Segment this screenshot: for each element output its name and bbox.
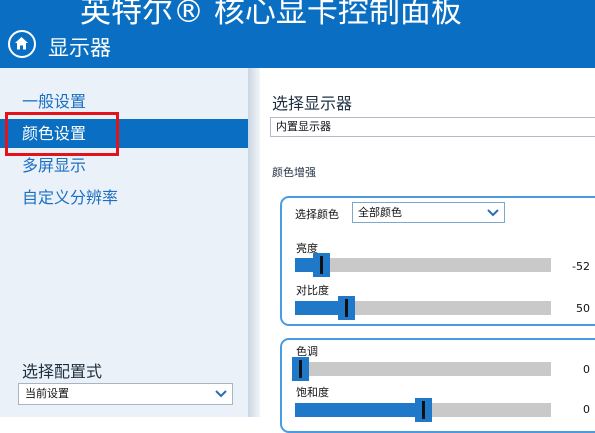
color-enhance-label: 颜色增强 (272, 166, 316, 179)
saturation-thumb[interactable] (415, 398, 432, 422)
hue-value: 0 (583, 363, 590, 376)
chevron-down-icon (487, 209, 499, 217)
chevron-down-icon (215, 390, 227, 398)
display-dropdown[interactable]: 内置显示器 (270, 117, 595, 137)
saturation-label: 饱和度 (296, 386, 329, 399)
color-dropdown[interactable]: 全部颜色 (352, 202, 505, 223)
home-icon[interactable] (8, 30, 36, 58)
color-value: 全部颜色 (358, 206, 402, 219)
saturation-slider[interactable] (295, 398, 551, 422)
select-display-label: 选择显示器 (272, 94, 353, 113)
hue-slider[interactable] (292, 357, 551, 381)
contrast-slider[interactable] (295, 296, 551, 320)
hue-thumb[interactable] (292, 357, 309, 381)
contrast-thumb[interactable] (338, 296, 355, 320)
contrast-value: 50 (576, 302, 590, 315)
preset-dropdown[interactable]: 当前设置 (18, 383, 233, 405)
brightness-value: -52 (572, 260, 590, 273)
select-color-label: 选择颜色 (295, 208, 339, 221)
highlight-box (5, 112, 119, 156)
app-title: 英特尔® 核心显卡控制面板 (80, 0, 462, 30)
section-title: 显示器 (48, 36, 111, 60)
preset-value: 当前设置 (25, 387, 69, 400)
preset-label: 选择配置式 (22, 362, 103, 381)
divider (248, 68, 260, 417)
sidebar-item-custom-resolution[interactable]: 自定义分辨率 (0, 183, 248, 212)
contrast-label: 对比度 (296, 284, 329, 297)
brightness-slider[interactable] (295, 253, 551, 277)
saturation-fill (295, 403, 423, 417)
display-value: 内置显示器 (276, 120, 331, 133)
app-header: 英特尔® 核心显卡控制面板 显示器 (0, 0, 595, 68)
saturation-value: 0 (583, 403, 590, 416)
brightness-thumb[interactable] (313, 253, 330, 277)
